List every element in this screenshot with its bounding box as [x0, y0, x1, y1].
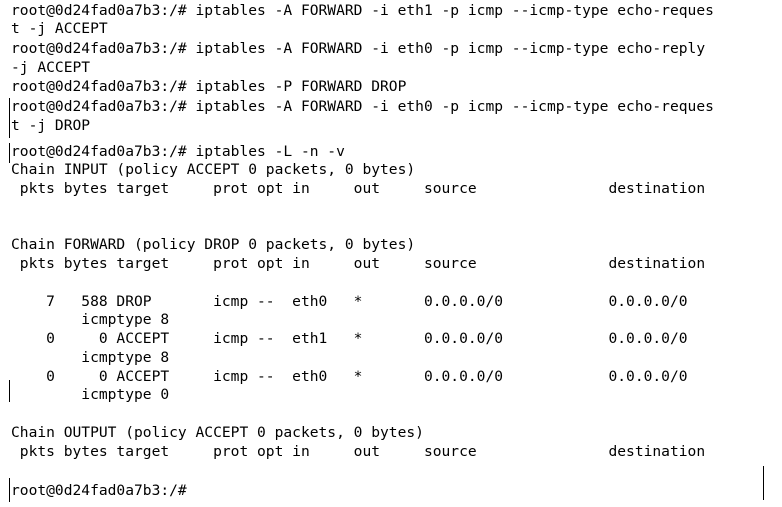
- terminal-line: Chain INPUT (policy ACCEPT 0 packets, 0 …: [11, 161, 416, 178]
- terminal-line: t -j ACCEPT: [11, 20, 108, 37]
- terminal-prompt-line[interactable]: root@0d24fad0a7b3:/#: [11, 482, 196, 501]
- terminal-line: 7 588 DROP icmp -- eth0 * 0.0.0.0/0 0.0.…: [11, 293, 688, 310]
- terminal-line: pkts bytes target prot opt in out source…: [11, 255, 706, 272]
- terminal-line: root@0d24fad0a7b3:/# iptables -P FORWARD…: [11, 78, 407, 95]
- terminal-line: root@0d24fad0a7b3:/# iptables -A FORWARD…: [11, 98, 714, 115]
- text-cursor-bar: [763, 466, 764, 500]
- terminal-line: t -j DROP: [11, 117, 91, 134]
- terminal-line: Chain FORWARD (policy DROP 0 packets, 0 …: [11, 236, 416, 253]
- selection-edge-mark: [9, 380, 10, 402]
- terminal-line: icmptype 8: [11, 349, 170, 366]
- terminal-line: pkts bytes target prot opt in out source…: [11, 443, 706, 460]
- terminal-line: icmptype 0: [11, 386, 170, 403]
- terminal-line: -j ACCEPT: [11, 59, 91, 76]
- terminal-line: root@0d24fad0a7b3:/# iptables -L -n -v: [11, 143, 345, 160]
- terminal-line: 0 0 ACCEPT icmp -- eth0 * 0.0.0.0/0 0.0.…: [11, 368, 688, 385]
- terminal-line: icmptype 8: [11, 311, 170, 328]
- terminal-line: 0 0 ACCEPT icmp -- eth1 * 0.0.0.0/0 0.0.…: [11, 330, 688, 347]
- selection-edge-mark: [9, 143, 10, 163]
- terminal-line: root@0d24fad0a7b3:/# iptables -A FORWARD…: [11, 2, 714, 19]
- terminal-line: root@0d24fad0a7b3:/# iptables -A FORWARD…: [11, 40, 706, 57]
- selection-edge-mark: [9, 478, 10, 502]
- terminal-line: pkts bytes target prot opt in out source…: [11, 180, 706, 197]
- terminal-window[interactable]: root@0d24fad0a7b3:/# iptables -A FORWARD…: [0, 0, 782, 507]
- terminal-line: Chain OUTPUT (policy ACCEPT 0 packets, 0…: [11, 424, 424, 441]
- selection-edge-mark: [9, 98, 10, 138]
